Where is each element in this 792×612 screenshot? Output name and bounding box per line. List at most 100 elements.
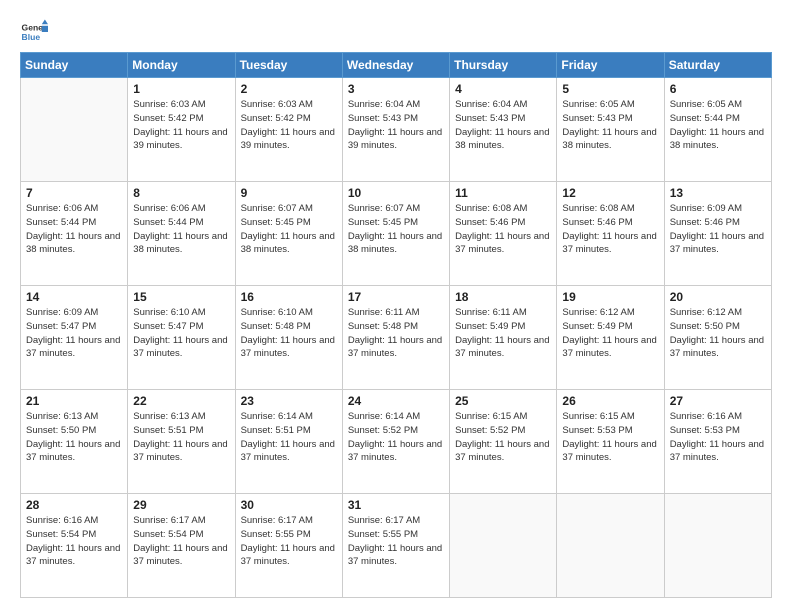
calendar-week-row: 14Sunrise: 6:09 AMSunset: 5:47 PMDayligh… [21,286,772,390]
weekday-header: Wednesday [342,53,449,78]
calendar-cell: 22 Sunrise: 6:13 AMSunset: 5:51 PMDayligh… [128,390,235,494]
calendar-header-row: SundayMondayTuesdayWednesdayThursdayFrid… [21,53,772,78]
day-number: 17 [348,290,444,304]
day-info: Sunrise: 6:13 AMSunset: 5:50 PMDaylight:… [26,410,122,465]
day-number: 3 [348,82,444,96]
day-info: Sunrise: 6:03 AMSunset: 5:42 PMDaylight:… [133,98,229,153]
calendar-table: SundayMondayTuesdayWednesdayThursdayFrid… [20,52,772,598]
day-info: Sunrise: 6:03 AMSunset: 5:42 PMDaylight:… [241,98,337,153]
day-info: Sunrise: 6:08 AMSunset: 5:46 PMDaylight:… [455,202,551,257]
day-number: 18 [455,290,551,304]
day-number: 13 [670,186,766,200]
calendar-cell: 10 Sunrise: 6:07 AMSunset: 5:45 PMDayligh… [342,182,449,286]
calendar-cell [450,494,557,598]
calendar-cell: 24 Sunrise: 6:14 AMSunset: 5:52 PMDayligh… [342,390,449,494]
day-info: Sunrise: 6:12 AMSunset: 5:50 PMDaylight:… [670,306,766,361]
calendar-cell: 2 Sunrise: 6:03 AMSunset: 5:42 PMDaylight… [235,78,342,182]
day-info: Sunrise: 6:10 AMSunset: 5:48 PMDaylight:… [241,306,337,361]
day-info: Sunrise: 6:10 AMSunset: 5:47 PMDaylight:… [133,306,229,361]
calendar-cell: 28Sunrise: 6:16 AMSunset: 5:54 PMDayligh… [21,494,128,598]
day-info: Sunrise: 6:15 AMSunset: 5:53 PMDaylight:… [562,410,658,465]
day-number: 29 [133,498,229,512]
day-info: Sunrise: 6:06 AMSunset: 5:44 PMDaylight:… [26,202,122,257]
calendar-week-row: 1 Sunrise: 6:03 AMSunset: 5:42 PMDaylight… [21,78,772,182]
calendar-cell: 1 Sunrise: 6:03 AMSunset: 5:42 PMDaylight… [128,78,235,182]
logo: General Blue [20,18,48,46]
day-info: Sunrise: 6:04 AMSunset: 5:43 PMDaylight:… [455,98,551,153]
day-number: 9 [241,186,337,200]
calendar-cell: 21 Sunrise: 6:13 AMSunset: 5:50 PMDayligh… [21,390,128,494]
day-info: Sunrise: 6:17 AMSunset: 5:55 PMDaylight:… [241,514,337,569]
calendar-cell [664,494,771,598]
day-number: 16 [241,290,337,304]
day-number: 24 [348,394,444,408]
weekday-header: Tuesday [235,53,342,78]
calendar-cell: 19Sunrise: 6:12 AMSunset: 5:49 PMDayligh… [557,286,664,390]
day-number: 2 [241,82,337,96]
day-info: Sunrise: 6:08 AMSunset: 5:46 PMDaylight:… [562,202,658,257]
day-info: Sunrise: 6:07 AMSunset: 5:45 PMDaylight:… [348,202,444,257]
calendar-cell: 12 Sunrise: 6:08 AMSunset: 5:46 PMDayligh… [557,182,664,286]
day-number: 15 [133,290,229,304]
calendar-cell: 4Sunrise: 6:04 AMSunset: 5:43 PMDaylight… [450,78,557,182]
day-number: 31 [348,498,444,512]
weekday-header: Monday [128,53,235,78]
day-number: 20 [670,290,766,304]
day-info: Sunrise: 6:12 AMSunset: 5:49 PMDaylight:… [562,306,658,361]
day-info: Sunrise: 6:11 AMSunset: 5:49 PMDaylight:… [455,306,551,361]
calendar-cell: 9 Sunrise: 6:07 AMSunset: 5:45 PMDaylight… [235,182,342,286]
day-number: 27 [670,394,766,408]
calendar-cell: 18 Sunrise: 6:11 AMSunset: 5:49 PMDayligh… [450,286,557,390]
day-info: Sunrise: 6:06 AMSunset: 5:44 PMDaylight:… [133,202,229,257]
day-info: Sunrise: 6:14 AMSunset: 5:52 PMDaylight:… [348,410,444,465]
calendar-cell: 20 Sunrise: 6:12 AMSunset: 5:50 PMDayligh… [664,286,771,390]
day-info: Sunrise: 6:05 AMSunset: 5:44 PMDaylight:… [670,98,766,153]
day-number: 25 [455,394,551,408]
calendar-cell: 30 Sunrise: 6:17 AMSunset: 5:55 PMDayligh… [235,494,342,598]
calendar-cell: 13 Sunrise: 6:09 AMSunset: 5:46 PMDayligh… [664,182,771,286]
calendar-cell: 27Sunrise: 6:16 AMSunset: 5:53 PMDayligh… [664,390,771,494]
day-number: 30 [241,498,337,512]
calendar-cell [557,494,664,598]
calendar-cell: 3 Sunrise: 6:04 AMSunset: 5:43 PMDaylight… [342,78,449,182]
calendar-cell: 6 Sunrise: 6:05 AMSunset: 5:44 PMDaylight… [664,78,771,182]
day-number: 7 [26,186,122,200]
day-number: 10 [348,186,444,200]
day-number: 22 [133,394,229,408]
day-info: Sunrise: 6:09 AMSunset: 5:46 PMDaylight:… [670,202,766,257]
day-number: 23 [241,394,337,408]
day-info: Sunrise: 6:05 AMSunset: 5:43 PMDaylight:… [562,98,658,153]
day-number: 6 [670,82,766,96]
calendar-cell: 17 Sunrise: 6:11 AMSunset: 5:48 PMDayligh… [342,286,449,390]
calendar-week-row: 21 Sunrise: 6:13 AMSunset: 5:50 PMDayligh… [21,390,772,494]
calendar-cell: 5Sunrise: 6:05 AMSunset: 5:43 PMDaylight… [557,78,664,182]
day-info: Sunrise: 6:15 AMSunset: 5:52 PMDaylight:… [455,410,551,465]
calendar-cell: 29 Sunrise: 6:17 AMSunset: 5:54 PMDayligh… [128,494,235,598]
calendar-cell: 11 Sunrise: 6:08 AMSunset: 5:46 PMDayligh… [450,182,557,286]
day-number: 26 [562,394,658,408]
weekday-header: Saturday [664,53,771,78]
calendar-cell: 15 Sunrise: 6:10 AMSunset: 5:47 PMDayligh… [128,286,235,390]
day-info: Sunrise: 6:14 AMSunset: 5:51 PMDaylight:… [241,410,337,465]
day-info: Sunrise: 6:07 AMSunset: 5:45 PMDaylight:… [241,202,337,257]
calendar-cell: 16 Sunrise: 6:10 AMSunset: 5:48 PMDayligh… [235,286,342,390]
day-number: 1 [133,82,229,96]
calendar-cell: 23 Sunrise: 6:14 AMSunset: 5:51 PMDayligh… [235,390,342,494]
day-number: 12 [562,186,658,200]
logo-icon: General Blue [20,18,48,46]
svg-text:Blue: Blue [22,32,41,42]
day-info: Sunrise: 6:17 AMSunset: 5:55 PMDaylight:… [348,514,444,569]
day-info: Sunrise: 6:04 AMSunset: 5:43 PMDaylight:… [348,98,444,153]
calendar-cell: 31 Sunrise: 6:17 AMSunset: 5:55 PMDayligh… [342,494,449,598]
calendar-cell: 14Sunrise: 6:09 AMSunset: 5:47 PMDayligh… [21,286,128,390]
day-number: 21 [26,394,122,408]
day-info: Sunrise: 6:17 AMSunset: 5:54 PMDaylight:… [133,514,229,569]
calendar-cell: 8Sunrise: 6:06 AMSunset: 5:44 PMDaylight… [128,182,235,286]
calendar-cell: 26 Sunrise: 6:15 AMSunset: 5:53 PMDayligh… [557,390,664,494]
day-number: 11 [455,186,551,200]
day-info: Sunrise: 6:13 AMSunset: 5:51 PMDaylight:… [133,410,229,465]
weekday-header: Friday [557,53,664,78]
day-info: Sunrise: 6:11 AMSunset: 5:48 PMDaylight:… [348,306,444,361]
weekday-header: Thursday [450,53,557,78]
calendar-cell [21,78,128,182]
